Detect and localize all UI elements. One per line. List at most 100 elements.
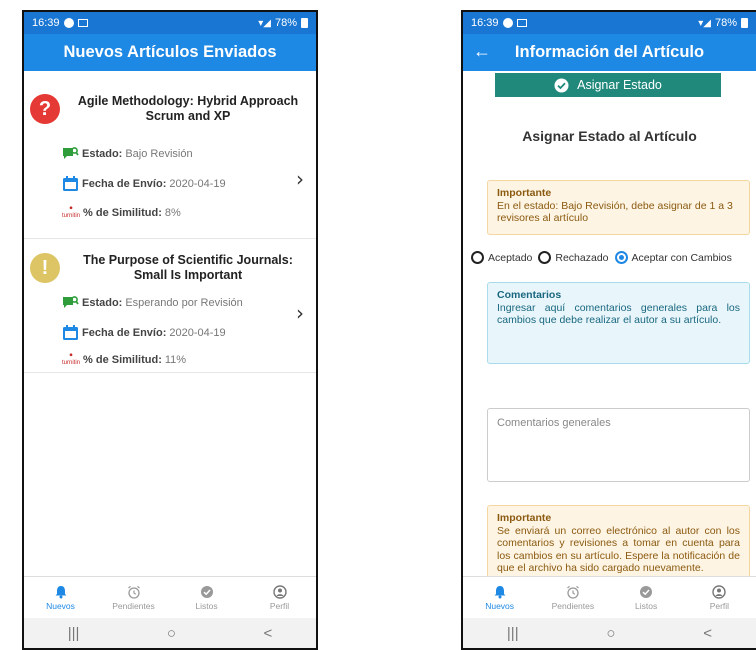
question-icon: ? (30, 94, 60, 124)
radio-label: Aceptado (488, 251, 533, 264)
screen-nuevos-articulos: 16:39 ▾◢ 78% Nuevos Artículos Enviados ?… (22, 10, 318, 650)
article-estado: Estado: Bajo Revisión (62, 146, 193, 162)
chevron-right-icon[interactable]: › (296, 301, 304, 325)
article-similitud: ⚫ turnitin % de Similitud: 11% (62, 353, 186, 367)
system-navigation: ||| ○ < (463, 618, 756, 648)
nav-label: Perfil (269, 600, 290, 611)
estado-label: Estado: (82, 148, 123, 160)
article-similitud: ⚫ turnitin % de Similitud: 8% (62, 206, 181, 220)
similitud-value: 11% (164, 354, 187, 366)
nav-item-pendientes[interactable]: Pendientes (536, 577, 609, 618)
comments-placeholder: Comentarios generales (497, 417, 611, 429)
article-title: Agile Methodology: Hybrid Approach Scrum… (77, 94, 299, 123)
note-text: Se enviará un correo electrónico al auto… (497, 524, 740, 575)
note-text: En el estado: Bajo Revisión, debe asigna… (497, 199, 733, 225)
nav-label: Pendientes (551, 600, 595, 611)
article-fecha: Fecha de Envío: 2020-04-19 (62, 325, 226, 341)
exclamation-icon: ! (30, 253, 60, 283)
fecha-value: 2020-04-19 (169, 178, 226, 190)
fecha-label: Fecha de Envío: (82, 327, 167, 339)
radio-aceptado[interactable] (471, 251, 484, 264)
radio-label: Rechazado (555, 251, 609, 264)
screen-icon (516, 19, 527, 27)
nav-label: Nuevos (485, 600, 515, 611)
nav-label: Nuevos (46, 600, 75, 611)
status-time: 16:39 (32, 17, 60, 29)
nav-label: Listos (195, 600, 218, 611)
article-fecha: Fecha de Envío: 2020-04-19 (62, 176, 226, 192)
calendar-icon (63, 325, 78, 340)
section-title: Asignar Estado al Artículo (522, 128, 697, 144)
nav-item-perfil[interactable]: Perfil (683, 577, 756, 618)
recents-button[interactable]: ||| (507, 625, 519, 642)
assign-state-button[interactable]: Asignar Estado (495, 73, 721, 97)
signal-icon: ▾◢ (258, 17, 271, 29)
review-icon (63, 296, 79, 308)
nav-item-pendientes[interactable]: Pendientes (97, 577, 170, 618)
nav-label: Pendientes (112, 600, 155, 611)
nav-item-nuevos[interactable]: Nuevos (463, 577, 536, 618)
radio-rechazado[interactable] (538, 251, 552, 264)
similitud-label: % de Similitud: (83, 207, 162, 219)
back-arrow-icon[interactable]: ← (473, 41, 491, 62)
screen-icon (77, 19, 88, 27)
turnitin-logo: ⚫ turnitin (62, 353, 81, 366)
chevron-right-icon[interactable]: › (296, 167, 304, 191)
app-bar: ← Información del Artículo (463, 34, 756, 71)
check-circle-icon (200, 585, 213, 598)
app-bar: Nuevos Artículos Enviados (24, 34, 316, 71)
check-circle-icon (640, 585, 653, 598)
nav-item-listos[interactable]: Listos (610, 577, 683, 618)
nav-item-listos[interactable]: Listos (170, 577, 243, 618)
article-title: The Purpose of Scientific Journals: Smal… (83, 253, 293, 282)
notification-icon (502, 18, 513, 28)
assign-state-label: Asignar Estado (577, 78, 662, 92)
note-heading: Importante (497, 512, 552, 524)
radio-label: Aceptar con Cambios (631, 251, 732, 264)
battery-icon (301, 18, 308, 28)
bell-icon (55, 585, 66, 598)
nav-item-perfil[interactable]: Perfil (243, 577, 316, 618)
home-button[interactable]: ○ (167, 625, 176, 642)
system-navigation: ||| ○ < (24, 618, 316, 648)
notification-icon (63, 18, 74, 28)
turnitin-logo: ⚫ turnitin (62, 206, 81, 219)
article-card[interactable]: ! The Purpose of Scientific Journals: Sm… (24, 239, 316, 373)
user-circle-icon (272, 584, 287, 599)
calendar-icon (63, 176, 78, 191)
nav-label: Listos (635, 600, 658, 611)
nav-label: Perfil (709, 600, 730, 611)
article-card[interactable]: ? Agile Methodology: Hybrid Approach Scr… (24, 71, 316, 239)
home-button[interactable]: ○ (606, 625, 615, 642)
fecha-value: 2020-04-19 (169, 327, 226, 339)
bell-icon (494, 585, 506, 598)
estado-value: Bajo Revisión (125, 148, 193, 160)
battery-percent: 78% (274, 17, 297, 29)
status-bar: 16:39 ▾◢ 78% (24, 12, 316, 34)
back-button[interactable]: < (263, 625, 272, 642)
signal-icon: ▾◢ (698, 17, 711, 29)
note-text: Ingresar aquí comentarios generales para… (497, 301, 740, 327)
note-heading: Comentarios (497, 289, 562, 301)
radio-aceptar-con-cambios[interactable] (614, 251, 628, 264)
similitud-value: 8% (164, 207, 181, 219)
state-radio-group: Aceptado Rechazado Aceptar con Cambios (471, 251, 732, 264)
back-button[interactable]: < (703, 625, 712, 642)
alarm-clock-icon (566, 585, 579, 599)
check-circle-icon (554, 78, 569, 92)
estado-value: Esperando por Revisión (125, 297, 243, 309)
article-estado: Estado: Esperando por Revisión (62, 295, 243, 311)
bottom-navigation: Nuevos Pendientes Listos Perfil (24, 576, 316, 618)
status-time: 16:39 (471, 17, 499, 29)
page-title: Información del Artículo (514, 43, 705, 61)
alarm-clock-icon (127, 585, 140, 599)
page-title: Nuevos Artículos Enviados (63, 43, 277, 61)
recents-button[interactable]: ||| (68, 625, 80, 642)
estado-label: Estado: (82, 297, 123, 309)
fecha-label: Fecha de Envío: (82, 178, 167, 190)
bottom-navigation: Nuevos Pendientes Listos Perfil (463, 576, 756, 618)
comments-input[interactable]: Comentarios generales (487, 408, 750, 482)
nav-item-nuevos[interactable]: Nuevos (24, 577, 97, 618)
battery-percent: 78% (714, 17, 737, 29)
review-icon (63, 147, 79, 159)
